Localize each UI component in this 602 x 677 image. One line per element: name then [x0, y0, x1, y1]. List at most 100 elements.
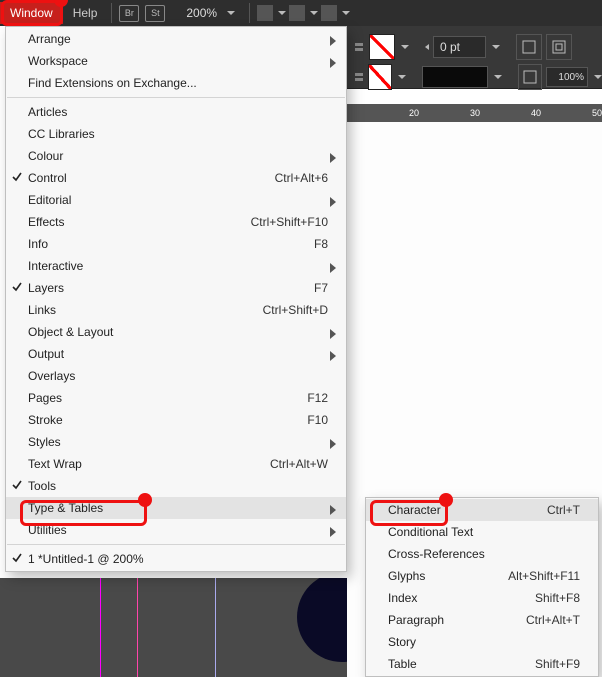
chevron-down-icon[interactable]: [594, 75, 602, 79]
menu-item-label: Output: [28, 347, 64, 361]
menu-item-shortcut: Ctrl+Alt+T: [526, 613, 598, 627]
submenu-index[interactable]: Index Shift+F8: [366, 587, 598, 609]
window-menu-info[interactable]: Info F8: [6, 233, 346, 255]
chevron-right-icon: [330, 57, 336, 71]
pasteboard: [0, 578, 347, 677]
screen-mode-icon[interactable]: [289, 5, 305, 21]
submenu-paragraph[interactable]: Paragraph Ctrl+Alt+T: [366, 609, 598, 631]
chevron-right-icon: [330, 152, 336, 166]
window-menu-output[interactable]: Output: [6, 343, 346, 365]
menu-item-label: Info: [28, 237, 48, 251]
window-menu-control[interactable]: ControlCtrl+Alt+6: [6, 167, 346, 189]
window-menu-effects[interactable]: Effects Ctrl+Shift+F10: [6, 211, 346, 233]
menu-item-label: Overlays: [28, 369, 75, 383]
fill-swatch[interactable]: [369, 34, 395, 60]
menu-item-label: Object & Layout: [28, 325, 113, 339]
zoom-level[interactable]: 200%: [186, 6, 217, 20]
window-menu-1-untitled-1-200[interactable]: 1 *Untitled-1 @ 200%: [6, 548, 346, 570]
window-menu-layers[interactable]: Layers F7: [6, 277, 346, 299]
frame-fit-c-icon[interactable]: [518, 64, 542, 90]
window-menu-links[interactable]: LinksCtrl+Shift+D: [6, 299, 346, 321]
menu-item-label: Tools: [28, 479, 56, 493]
window-menu-stroke[interactable]: StrokeF10: [6, 409, 346, 431]
menu-item-shortcut: Alt+Shift+F11: [508, 569, 598, 583]
chevron-right-icon: [330, 504, 336, 518]
chevron-down-icon[interactable]: [342, 11, 350, 15]
chevron-down-icon[interactable]: [310, 11, 318, 15]
chevron-right-icon: [330, 196, 336, 210]
window-menu-find-extensions-on-exchange[interactable]: Find Extensions on Exchange...: [6, 72, 346, 94]
frame-fit-a-icon[interactable]: [516, 34, 542, 60]
chevron-down-icon[interactable]: [227, 11, 235, 15]
chevron-down-icon[interactable]: [278, 11, 286, 15]
arrange-docs-icon[interactable]: [321, 5, 337, 21]
stroke-weight-input[interactable]: 0 pt: [433, 36, 486, 58]
menu-item-label: Layers: [28, 281, 64, 295]
horizontal-ruler: 20 30 40 50: [347, 104, 602, 122]
chevron-down-icon[interactable]: [492, 45, 500, 49]
menu-item-label: Articles: [28, 105, 67, 119]
chevron-right-icon: [330, 350, 336, 364]
menubar-help[interactable]: Help: [63, 2, 108, 24]
menu-item-label: Index: [388, 591, 417, 605]
chevron-right-icon: [330, 262, 336, 276]
window-menu-colour[interactable]: Colour: [6, 145, 346, 167]
menu-item-label: Arrange: [28, 32, 71, 46]
menu-item-shortcut: Shift+F8: [535, 591, 598, 605]
window-menu-overlays[interactable]: Overlays: [6, 365, 346, 387]
chevron-down-icon[interactable]: [494, 75, 502, 79]
window-menu-interactive[interactable]: Interactive: [6, 255, 346, 277]
menu-item-label: Control: [28, 171, 67, 185]
menu-item-shortcut: Ctrl+Shift+D: [263, 303, 346, 317]
menu-item-label: Effects: [28, 215, 64, 229]
menu-item-label: Paragraph: [388, 613, 444, 627]
window-menu-text-wrap[interactable]: Text Wrap Ctrl+Alt+W: [6, 453, 346, 475]
submenu-table[interactable]: TableShift+F9: [366, 653, 598, 675]
menu-item-shortcut: Shift+F9: [535, 657, 598, 671]
menu-item-shortcut: Ctrl+Alt+W: [270, 457, 346, 471]
submenu-glyphs[interactable]: GlyphsAlt+Shift+F11: [366, 565, 598, 587]
chevron-right-icon: [330, 526, 336, 540]
menu-item-label: Styles: [28, 435, 61, 449]
options-bar: 0 pt 100%: [347, 26, 602, 89]
frame-fit-b-icon[interactable]: [546, 34, 572, 60]
menu-item-shortcut: F7: [314, 281, 346, 295]
bridge-button[interactable]: Br: [119, 5, 139, 22]
window-menu-pages[interactable]: PagesF12: [6, 387, 346, 409]
window-menu-editorial[interactable]: Editorial: [6, 189, 346, 211]
menu-item-label: Find Extensions on Exchange...: [28, 76, 197, 90]
window-menu-tools[interactable]: Tools: [6, 475, 346, 497]
menu-item-shortcut: Ctrl+Shift+F10: [251, 215, 346, 229]
chevron-right-icon: [330, 35, 336, 49]
menu-item-label: 1 *Untitled-1 @ 200%: [28, 552, 144, 566]
view-options-icon[interactable]: [257, 5, 273, 21]
menu-item-label: Workspace: [28, 54, 88, 68]
chevron-down-icon[interactable]: [401, 45, 409, 49]
window-menu: Arrange Workspace Find Extensions on Excha…: [5, 26, 347, 572]
window-menu-cc-libraries[interactable]: CC Libraries: [6, 123, 346, 145]
opacity-input[interactable]: 100%: [546, 67, 588, 87]
chevron-right-icon: [330, 438, 336, 452]
stroke-style[interactable]: [422, 66, 489, 88]
window-menu-arrange[interactable]: Arrange: [6, 28, 346, 50]
annotation-character: [370, 500, 448, 526]
menu-item-label: Interactive: [28, 259, 83, 273]
menu-item-label: Pages: [28, 391, 62, 405]
chevron-down-icon[interactable]: [398, 75, 406, 79]
page-object[interactable]: [297, 578, 347, 662]
submenu-story[interactable]: Story: [366, 631, 598, 653]
window-menu-object-layout[interactable]: Object & Layout: [6, 321, 346, 343]
menu-item-shortcut: F8: [314, 237, 346, 251]
window-menu-workspace[interactable]: Workspace: [6, 50, 346, 72]
stock-button[interactable]: St: [145, 5, 165, 22]
menubar: Window Help Br St 200%: [0, 0, 602, 26]
stroke-swatch[interactable]: [368, 64, 392, 90]
menu-item-label: Text Wrap: [28, 457, 82, 471]
menu-item-label: Cross-References: [388, 547, 485, 561]
submenu-cross-references[interactable]: Cross-References: [366, 543, 598, 565]
menu-item-label: Story: [388, 635, 416, 649]
menu-item-label: Colour: [28, 149, 63, 163]
window-menu-articles[interactable]: Articles: [6, 101, 346, 123]
chevron-right-icon: [330, 328, 336, 342]
window-menu-styles[interactable]: Styles: [6, 431, 346, 453]
